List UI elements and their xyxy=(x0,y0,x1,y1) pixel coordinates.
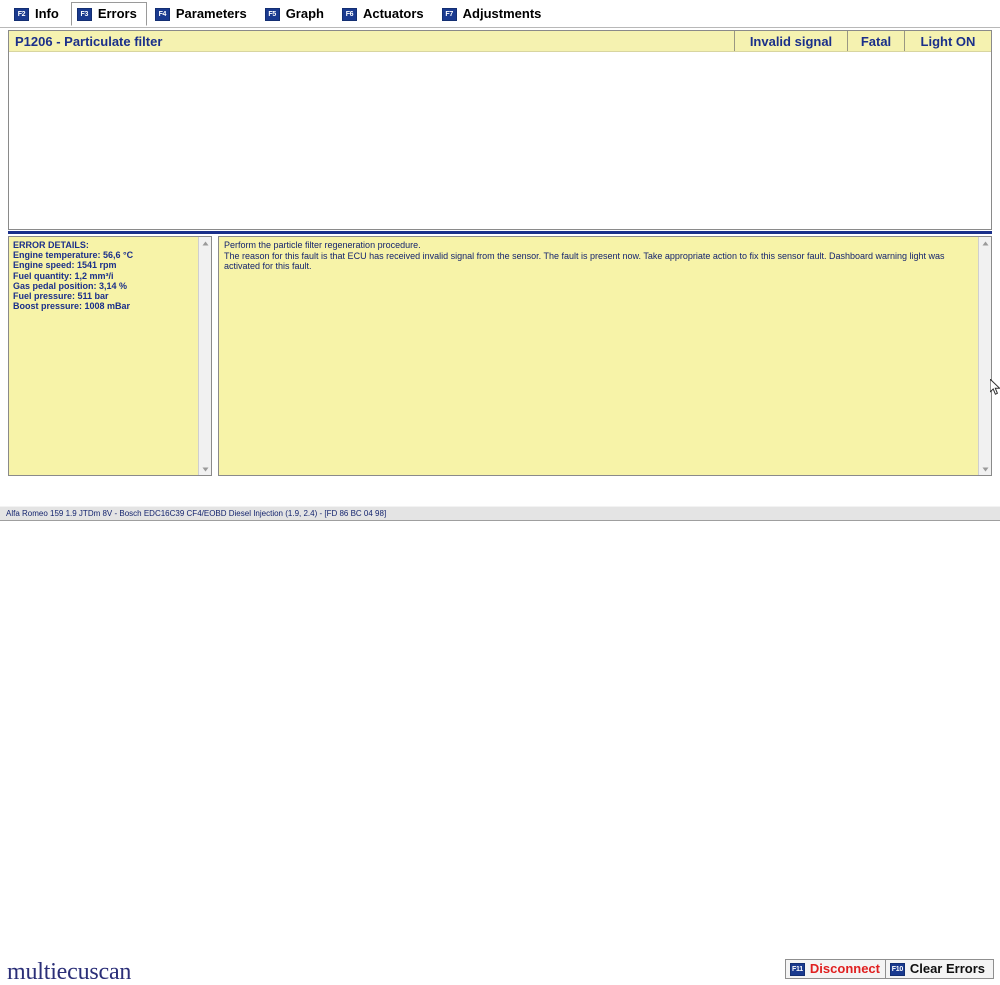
tab-list: F2 Info F3 Errors F4 Parameters F5 Graph F6 Actua… xyxy=(8,2,553,28)
disconnect-button-label: Disconnect xyxy=(809,961,880,976)
error-code-description: P1206 - Particulate filter xyxy=(15,33,163,49)
error-list-empty-area xyxy=(9,52,991,229)
scroll-up-icon[interactable] xyxy=(979,237,991,249)
fkey-badge-f3: F3 xyxy=(76,7,92,21)
tab-label: Adjustments xyxy=(462,6,542,21)
fault-description-pane[interactable]: Perform the particle filter regeneration… xyxy=(218,236,992,476)
bottom-bar: multiecuscan F11 Disconnect F10 Clear Er… xyxy=(0,478,1000,985)
tab-label: Info xyxy=(35,6,59,21)
tab-actuators[interactable]: F6 Actuators xyxy=(335,2,434,26)
tab-label: Actuators xyxy=(362,6,424,21)
fkey-badge-f6: F6 xyxy=(341,7,357,21)
fault-description-text: Perform the particle filter regeneration… xyxy=(224,240,945,271)
desktop-background xyxy=(0,521,1000,557)
tab-adjustments[interactable]: F7 Adjustments xyxy=(435,2,552,26)
main-tabbar: F2 Info F3 Errors F4 Parameters F5 Graph F6 Actua… xyxy=(0,0,1000,28)
tab-label: Parameters xyxy=(175,6,247,21)
tab-graph[interactable]: F5 Graph xyxy=(258,2,334,26)
error-list[interactable]: P1206 - Particulate filter Invalid signal… xyxy=(8,30,992,230)
vehicle-ecu-info: Alfa Romeo 159 1.9 JTDm 8V - Bosch EDC16… xyxy=(6,509,387,518)
fkey-badge-f4: F4 xyxy=(154,7,170,21)
fkey-badge-f5: F5 xyxy=(264,7,280,21)
multiecuscan-window: F2 Info F3 Errors F4 Parameters F5 Graph F6 Actua… xyxy=(0,0,1000,985)
tab-info[interactable]: F2 Info xyxy=(8,2,69,26)
tab-label: Graph xyxy=(285,6,324,21)
tab-errors[interactable]: F3 Errors xyxy=(70,2,147,26)
error-details-scrollbar[interactable] xyxy=(198,237,211,475)
fkey-badge-f11: F11 xyxy=(789,962,805,976)
error-details-text: ERROR DETAILS: Engine temperature: 56,6 … xyxy=(13,240,134,312)
app-logo: multiecuscan xyxy=(7,959,132,985)
error-rows: P1206 - Particulate filter Invalid signal… xyxy=(9,31,991,52)
list-divider xyxy=(8,231,992,234)
error-warning-light: Light ON xyxy=(904,31,991,51)
tab-parameters[interactable]: F4 Parameters xyxy=(148,2,257,26)
error-row[interactable]: P1206 - Particulate filter Invalid signal… xyxy=(9,31,991,52)
error-status: Invalid signal xyxy=(734,31,847,51)
fkey-badge-f10: F10 xyxy=(889,962,905,976)
clear-errors-button[interactable]: F10 Clear Errors xyxy=(884,959,994,979)
scroll-up-icon[interactable] xyxy=(199,237,211,249)
clear-errors-button-label: Clear Errors xyxy=(909,961,985,976)
fkey-badge-f7: F7 xyxy=(441,7,457,21)
fault-description-scrollbar[interactable] xyxy=(978,237,991,475)
fkey-badge-f2: F2 xyxy=(14,7,29,21)
error-severity: Fatal xyxy=(847,31,904,51)
error-details-pane[interactable]: ERROR DETAILS: Engine temperature: 56,6 … xyxy=(8,236,212,476)
scroll-down-icon[interactable] xyxy=(199,463,211,475)
tab-label: Errors xyxy=(97,6,137,21)
status-bar: Alfa Romeo 159 1.9 JTDm 8V - Bosch EDC16… xyxy=(0,506,1000,521)
scroll-down-icon[interactable] xyxy=(979,463,991,475)
disconnect-button[interactable]: F11 Disconnect xyxy=(784,959,889,979)
